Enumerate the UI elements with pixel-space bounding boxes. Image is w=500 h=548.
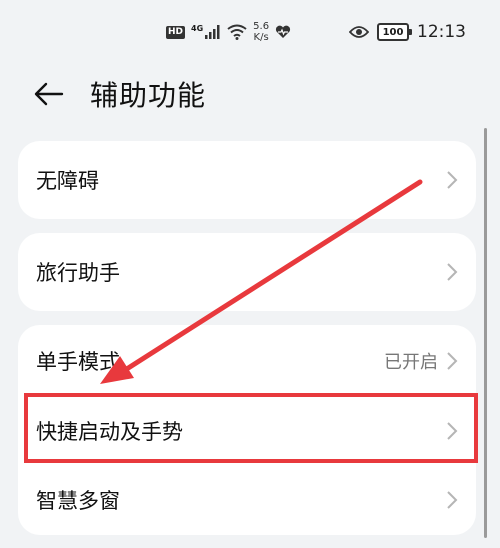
chevron-right-icon — [447, 263, 458, 281]
status-bar-center: HD 4G 5.6 K/s — [166, 18, 291, 46]
settings-item-accessibility[interactable]: 无障碍 — [18, 141, 476, 219]
page-title: 辅助功能 — [90, 79, 207, 112]
settings-item-label: 快捷启动及手势 — [36, 420, 183, 444]
settings-item-label: 旅行助手 — [36, 261, 120, 285]
page-header: 辅助功能 — [0, 62, 500, 124]
settings-item-one-handed-mode[interactable]: 单手模式 已开启 — [18, 325, 476, 397]
settings-item-label: 无障碍 — [36, 169, 99, 193]
scrollbar[interactable] — [484, 128, 487, 538]
settings-card-travel: 旅行助手 — [18, 233, 476, 311]
eye-icon — [349, 26, 369, 38]
settings-item-smart-multiwindow[interactable]: 智慧多窗 — [18, 465, 476, 535]
heart-health-icon — [275, 25, 291, 38]
settings-card-accessibility: 无障碍 — [18, 141, 476, 219]
network-type: 4G — [191, 23, 204, 33]
status-time: 12:13 — [417, 22, 466, 42]
hd-badge: HD — [166, 25, 186, 39]
wifi-icon — [227, 24, 247, 40]
signal-icon — [205, 25, 220, 39]
chevron-right-icon — [447, 491, 458, 509]
chevron-right-icon — [447, 171, 458, 189]
back-button[interactable] — [34, 78, 70, 110]
battery-level: 100 — [382, 26, 404, 38]
settings-card-gestures-group: 单手模式 已开启 快捷启动及手势 智慧多窗 — [18, 325, 476, 535]
chevron-right-icon — [447, 352, 458, 370]
status-bar: HD 4G 5.6 K/s 100 12:13 — [0, 0, 500, 62]
battery-indicator: 100 — [377, 23, 412, 41]
settings-item-status: 已开启 — [384, 352, 438, 373]
settings-item-label: 智慧多窗 — [36, 489, 120, 513]
settings-item-travel-assistant[interactable]: 旅行助手 — [18, 233, 476, 311]
chevron-right-icon — [447, 422, 458, 440]
network-speed: 5.6 K/s — [253, 21, 269, 43]
settings-item-shortcuts-gestures[interactable]: 快捷启动及手势 — [18, 397, 476, 465]
settings-item-label: 单手模式 — [36, 350, 120, 374]
status-bar-right: 100 12:13 — [349, 18, 466, 46]
speed-unit: K/s — [253, 32, 269, 43]
back-arrow-icon — [34, 82, 64, 106]
speed-value: 5.6 — [253, 21, 270, 32]
